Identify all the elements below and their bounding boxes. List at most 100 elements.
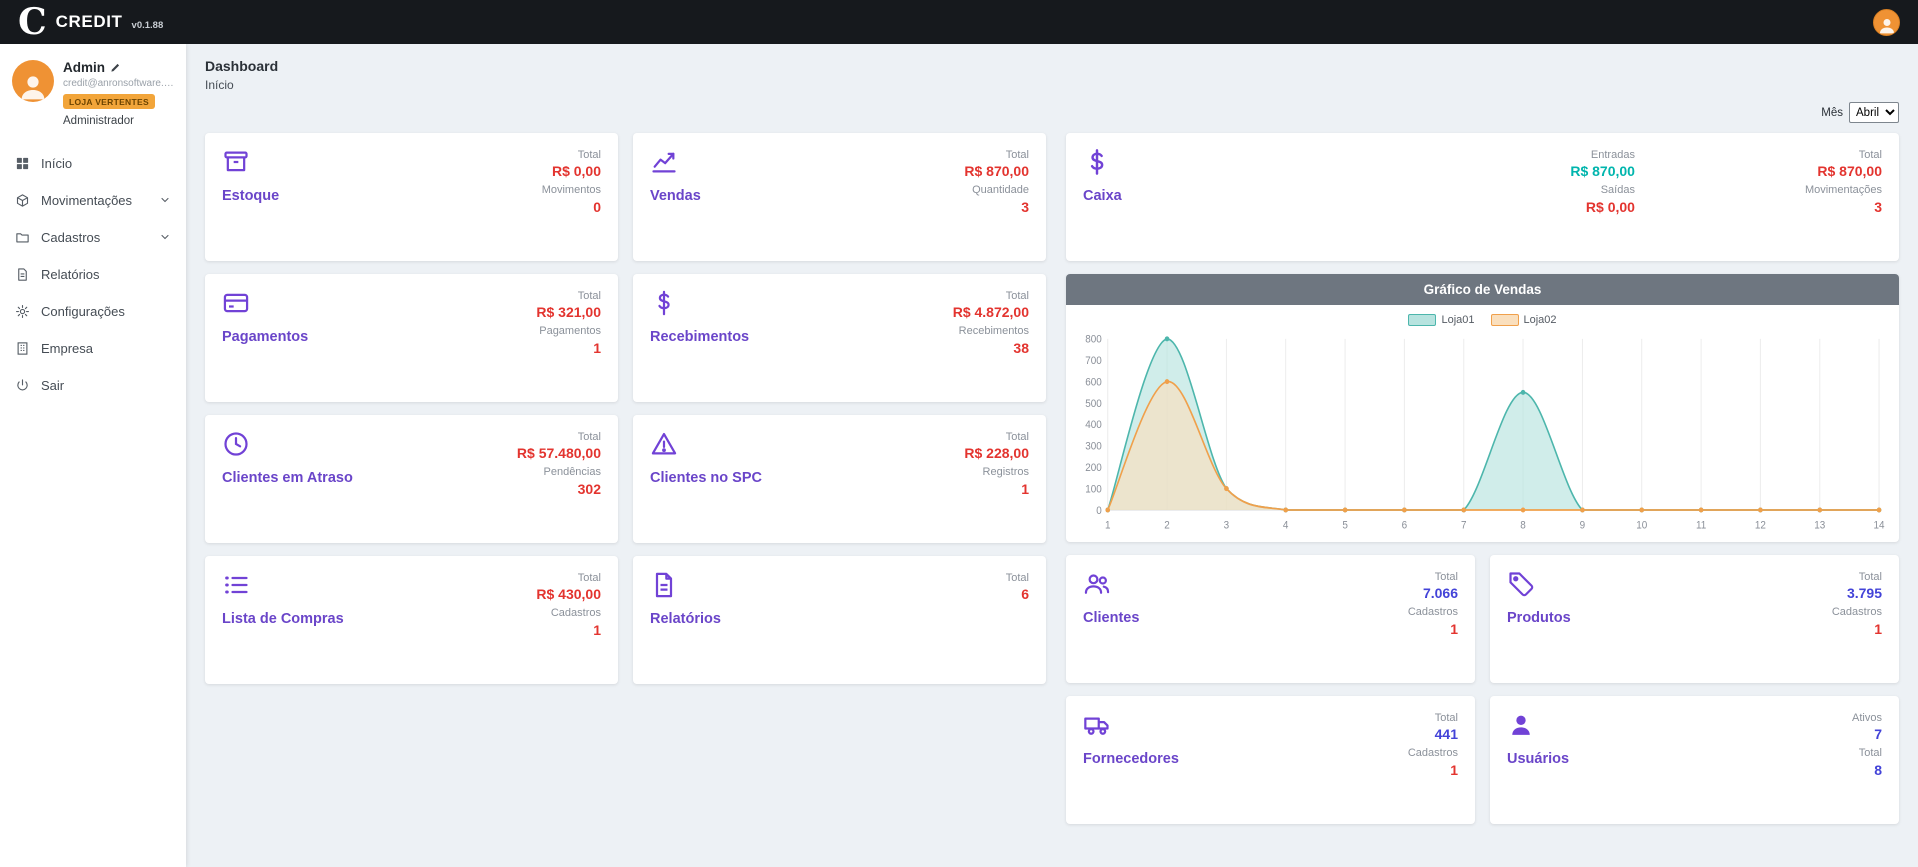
breadcrumb: Início — [205, 78, 1899, 92]
topbar: C CREDIT v0.1.88 — [0, 0, 1918, 44]
sidebar-item-movimentacoes[interactable]: Movimentações — [0, 182, 186, 219]
profile-avatar[interactable] — [12, 60, 54, 102]
stat-label: Pendências — [517, 465, 601, 479]
stat-label: Total — [1832, 570, 1882, 584]
sidebar-item-label: Cadastros — [41, 230, 100, 245]
pencil-edit-icon[interactable] — [110, 62, 121, 73]
chart-title: Gráfico de Vendas — [1066, 274, 1899, 305]
stat-label: Total — [1805, 148, 1882, 162]
card-stats: TotalR$ 430,00Cadastros1 — [536, 571, 601, 669]
svg-text:600: 600 — [1085, 377, 1102, 388]
clock-icon — [222, 430, 353, 458]
svg-text:6: 6 — [1402, 520, 1408, 531]
power-icon — [15, 378, 30, 393]
sidebar-item-label: Empresa — [41, 341, 93, 356]
stat-value: 1 — [1832, 620, 1882, 638]
sidebar-item-label: Configurações — [41, 304, 125, 319]
dollar-receive-icon — [650, 289, 749, 317]
stat-value: R$ 870,00 — [964, 162, 1029, 180]
svg-text:0: 0 — [1096, 505, 1102, 516]
card-title[interactable]: Clientes no SPC — [650, 470, 762, 486]
card-title[interactable]: Usuários — [1507, 751, 1569, 767]
card-vendas: Vendas TotalR$ 870,00Quantidade3 — [633, 133, 1046, 261]
legend-swatch — [1491, 314, 1519, 326]
stat-value: R$ 0,00 — [542, 162, 601, 180]
svg-text:700: 700 — [1085, 356, 1102, 367]
profile-name: Admin — [63, 60, 105, 75]
stat-label: Total — [517, 430, 601, 444]
stat-label: Pagamentos — [536, 324, 601, 338]
profile-role: Administrador — [63, 115, 174, 127]
sidebar-item-label: Relatórios — [41, 267, 100, 282]
card-clientes: Clientes Total7.066Cadastros1 — [1066, 555, 1475, 683]
card-title[interactable]: Clientes — [1083, 610, 1139, 626]
sidebar-item-relatorios[interactable]: Relatórios — [0, 256, 186, 293]
profile-name-row: Admin — [63, 60, 174, 75]
sidebar-item-sair[interactable]: Sair — [0, 367, 186, 404]
app-name: CREDIT — [56, 12, 123, 32]
stat-label: Entradas — [1570, 148, 1635, 162]
tag-icon — [1507, 570, 1571, 598]
sidebar-item-inicio[interactable]: Início — [0, 145, 186, 182]
stat-label: Cadastros — [1408, 746, 1458, 760]
stat-value: R$ 430,00 — [536, 585, 601, 603]
gear-icon — [15, 304, 30, 319]
sidebar-item-configuracoes[interactable]: Configurações — [0, 293, 186, 330]
sidebar-item-label: Início — [41, 156, 72, 171]
card-pagamentos: Pagamentos TotalR$ 321,00Pagamentos1 — [205, 274, 618, 402]
card-estoque: Estoque TotalR$ 0,00Movimentos0 — [205, 133, 618, 261]
legend-swatch — [1408, 314, 1436, 326]
svg-text:10: 10 — [1636, 520, 1647, 531]
card-title[interactable]: Recebimentos — [650, 329, 749, 345]
stat-value: 1 — [964, 480, 1029, 498]
list-icon — [222, 571, 344, 599]
card-stats: TotalR$ 870,00Quantidade3 — [964, 148, 1029, 246]
dollar-icon — [1083, 148, 1122, 176]
stat-value: 3 — [964, 198, 1029, 216]
svg-text:100: 100 — [1085, 484, 1102, 495]
legend-label: Loja02 — [1524, 314, 1557, 326]
profile-email: credit@anronsoftware.co... — [63, 78, 174, 89]
file-icon — [15, 267, 30, 282]
stat-value: R$ 0,00 — [1570, 198, 1635, 216]
stat-value: 8 — [1852, 761, 1882, 779]
stat-value: 38 — [953, 339, 1029, 357]
card-title[interactable]: Fornecedores — [1083, 751, 1179, 767]
app-version: v0.1.88 — [132, 20, 164, 31]
stat-label: Total — [964, 430, 1029, 444]
card-title[interactable]: Caixa — [1083, 188, 1122, 204]
sidebar-item-label: Sair — [41, 378, 64, 393]
user-avatar[interactable] — [1873, 9, 1900, 36]
credit-card-icon — [222, 289, 308, 317]
card-title[interactable]: Lista de Compras — [222, 611, 344, 627]
stat-value: 1 — [1408, 620, 1458, 638]
card-title[interactable]: Pagamentos — [222, 329, 308, 345]
card-title[interactable]: Vendas — [650, 188, 701, 204]
stat-label: Recebimentos — [953, 324, 1029, 338]
profile-section: Admin credit@anronsoftware.co... LOJA VE… — [0, 60, 186, 127]
folder-icon — [15, 230, 30, 245]
app-logo: C — [18, 2, 47, 42]
sidebar-item-empresa[interactable]: Empresa — [0, 330, 186, 367]
stat-label: Registros — [964, 465, 1029, 479]
legend-item-loja01[interactable]: Loja01 — [1408, 314, 1474, 326]
card-fornecedores: Fornecedores Total441Cadastros1 — [1066, 696, 1475, 824]
legend-label: Loja01 — [1441, 314, 1474, 326]
sidebar-item-cadastros[interactable]: Cadastros — [0, 219, 186, 256]
stat-label: Movimentações — [1805, 183, 1882, 197]
card-produtos: Produtos Total3.795Cadastros1 — [1490, 555, 1899, 683]
month-select[interactable]: Abril — [1849, 102, 1899, 123]
stat-label: Total — [536, 571, 601, 585]
stat-label: Total — [1852, 746, 1882, 760]
card-title[interactable]: Produtos — [1507, 610, 1571, 626]
card-title[interactable]: Clientes em Atraso — [222, 470, 353, 486]
svg-text:11: 11 — [1696, 520, 1707, 531]
stat-value: 0 — [542, 198, 601, 216]
legend-item-loja02[interactable]: Loja02 — [1491, 314, 1557, 326]
chart-legend: Loja01 Loja02 — [1066, 305, 1899, 326]
stat-label: Total — [1006, 571, 1029, 585]
svg-text:2: 2 — [1164, 520, 1170, 531]
card-title[interactable]: Estoque — [222, 188, 279, 204]
card-title[interactable]: Relatórios — [650, 611, 721, 627]
chart-line-icon — [650, 148, 701, 176]
